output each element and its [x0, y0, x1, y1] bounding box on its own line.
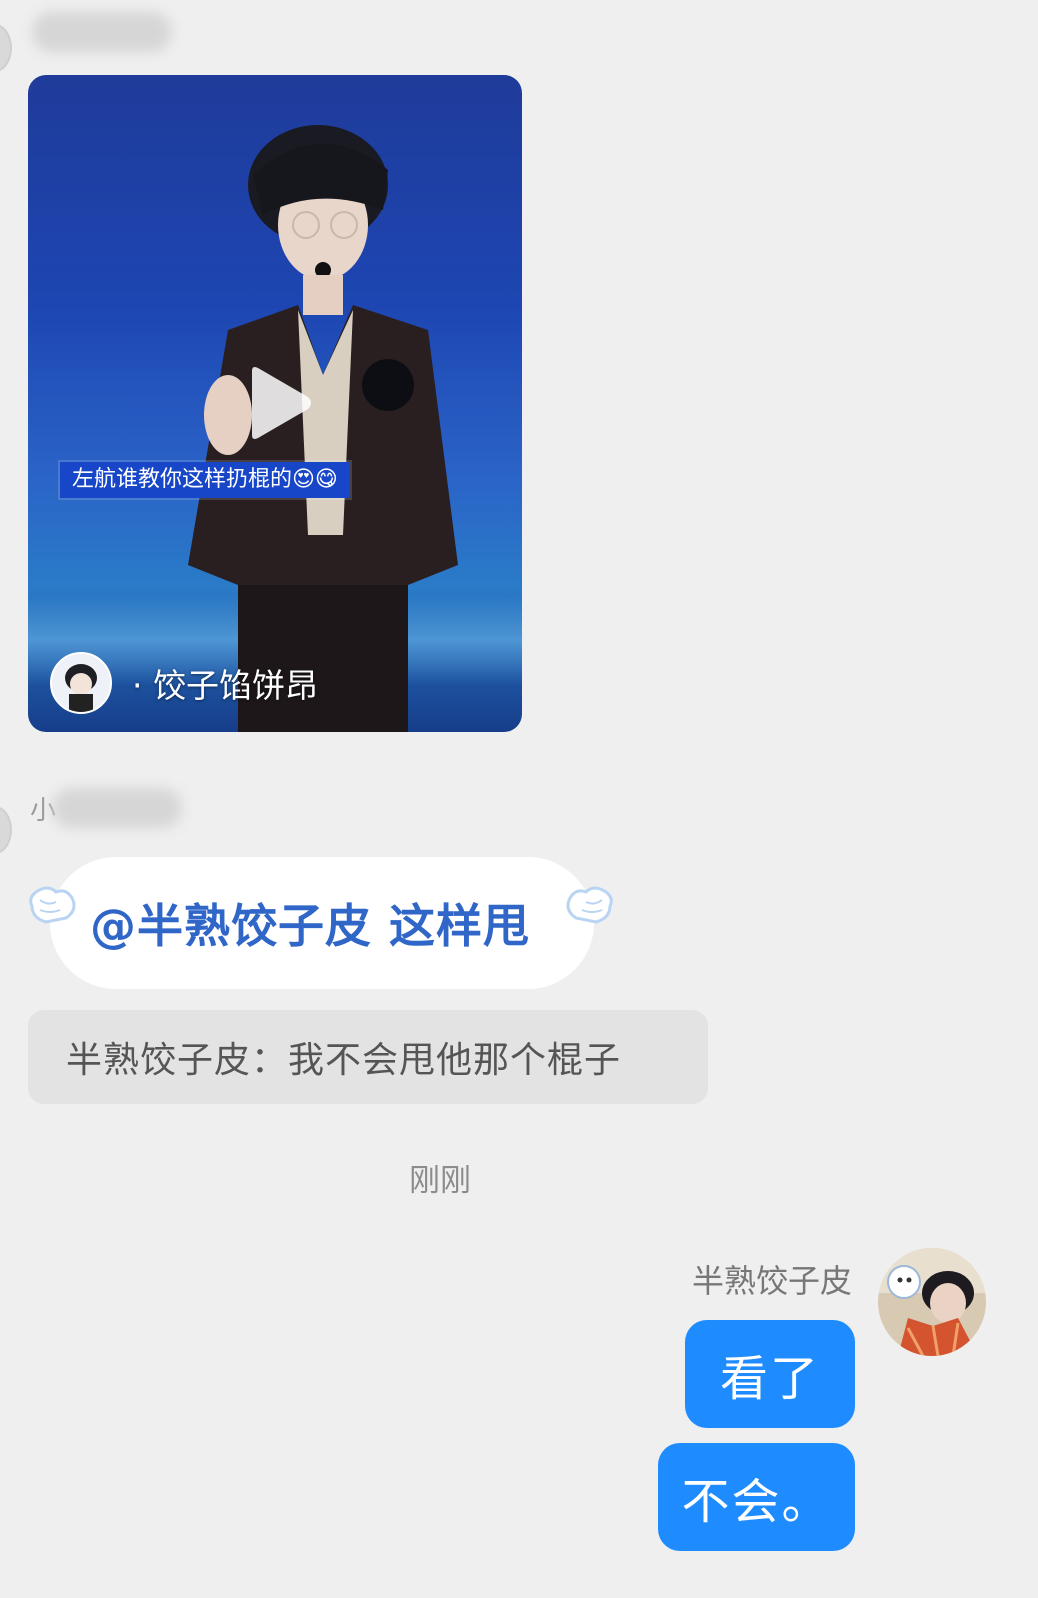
mention-message-bubble[interactable]: @半熟饺子皮 这样甩	[50, 857, 594, 989]
mention-body: 这样甩	[389, 899, 531, 953]
self-avatar[interactable]	[878, 1248, 986, 1356]
self-message-2[interactable]: 不会。	[658, 1443, 855, 1551]
peer-avatar-1[interactable]	[0, 24, 12, 72]
timestamp: 刚刚	[409, 1163, 471, 1199]
quoted-text: 半熟饺子皮：我不会甩他那个棍子	[66, 1040, 622, 1081]
peer-name-2-blurred	[52, 788, 182, 828]
peer-name-1-blurred	[32, 12, 172, 52]
mention-tag[interactable]: @半熟饺子皮	[90, 899, 372, 953]
self-message-1[interactable]: 看了	[685, 1320, 855, 1428]
quoted-reply[interactable]: 半熟饺子皮：我不会甩他那个棍子	[28, 1010, 708, 1104]
peer-avatar-2[interactable]	[0, 806, 12, 854]
author-avatar[interactable]	[50, 652, 112, 714]
author-name: · 饺子馅饼昂	[132, 666, 318, 705]
video-author[interactable]: · 饺子馅饼昂	[50, 652, 318, 714]
wing-left-icon	[29, 886, 76, 924]
self-name: 半熟饺子皮	[691, 1262, 852, 1300]
wing-right-icon	[566, 886, 613, 924]
video-card[interactable]: 左航谁教你这样扔棍的😍😋 · 饺子馅饼昂	[28, 75, 522, 732]
play-icon[interactable]	[244, 365, 314, 441]
performer-image	[188, 125, 458, 732]
mention-message-text: @半熟饺子皮 这样甩	[90, 890, 530, 956]
video-subtitle: 左航谁教你这样扔棍的😍😋	[60, 462, 350, 498]
